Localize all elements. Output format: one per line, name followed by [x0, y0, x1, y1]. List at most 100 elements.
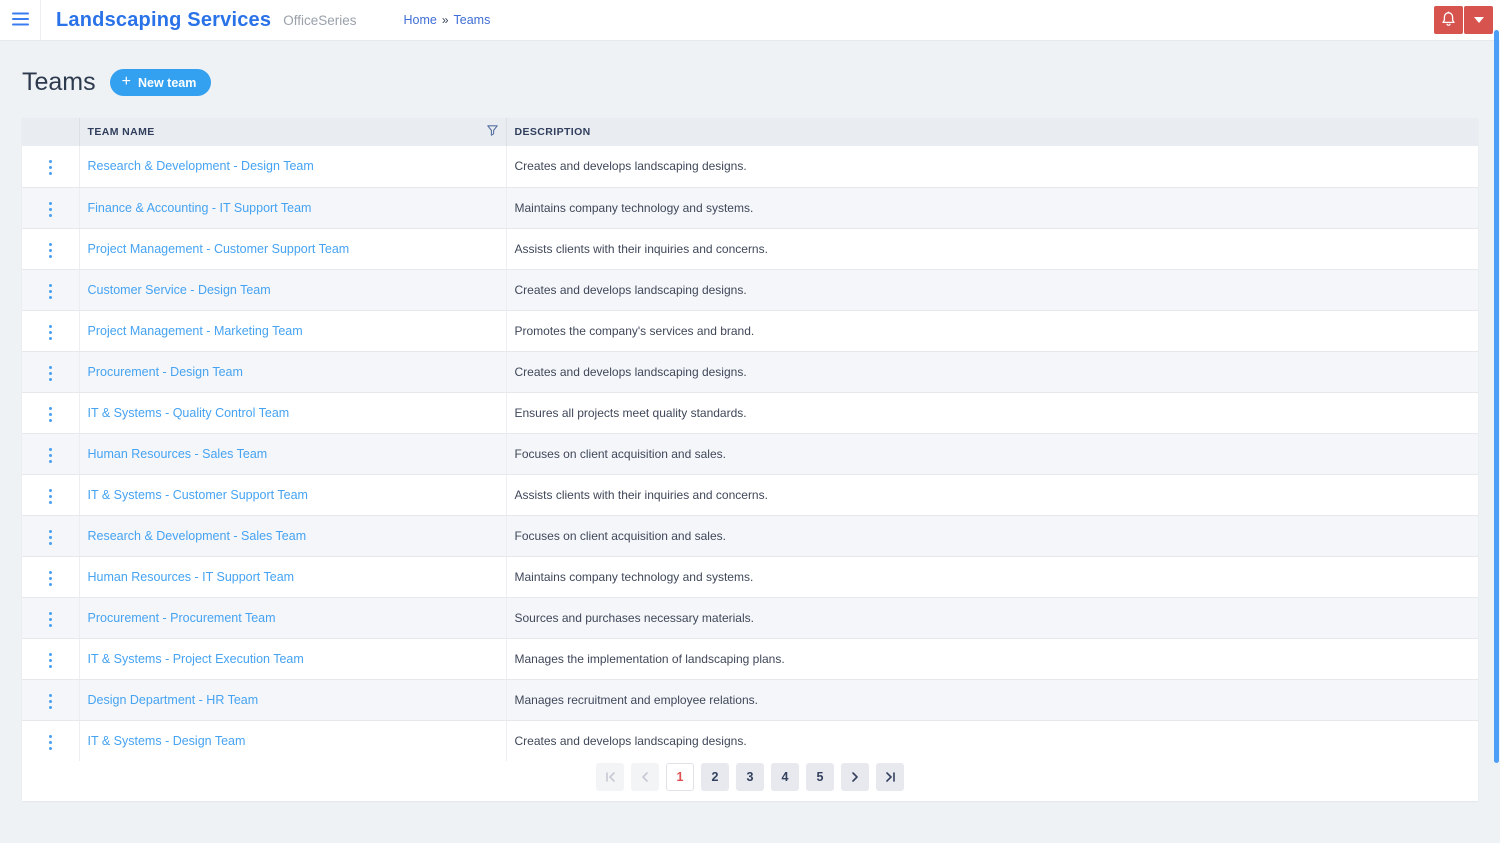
kebab-icon[interactable]	[41, 402, 60, 427]
team-name-link[interactable]: Research & Development - Sales Team	[88, 529, 307, 543]
chevron-left-icon	[641, 772, 649, 782]
plus-icon: +	[121, 72, 131, 90]
app-title: Landscaping Services	[56, 8, 272, 31]
table-row: Customer Service - Design Team Creates an…	[22, 269, 1478, 311]
kebab-icon[interactable]	[41, 689, 60, 714]
kebab-icon[interactable]	[41, 566, 60, 591]
breadcrumb-home-link[interactable]: Home	[403, 13, 436, 27]
pagination: 12345	[22, 761, 1478, 801]
row-menu-cell	[22, 515, 80, 557]
chevron-right-icon	[851, 772, 859, 782]
team-name-cell: Customer Service - Design Team	[79, 269, 507, 311]
team-name-link[interactable]: Human Resources - IT Support Team	[88, 570, 295, 584]
kebab-icon[interactable]	[41, 197, 60, 222]
topbar-divider	[40, 0, 41, 40]
kebab-icon[interactable]	[41, 484, 60, 509]
pagination-first-button[interactable]	[596, 763, 624, 791]
pagination-page-button[interactable]: 4	[771, 763, 799, 791]
breadcrumb-separator: »	[441, 13, 449, 27]
table-row: Design Department - HR Team Manages recru…	[22, 679, 1478, 721]
pagination-page-button[interactable]: 5	[806, 763, 834, 791]
funnel-icon[interactable]	[486, 125, 498, 139]
pagination-last-button[interactable]	[876, 763, 904, 791]
table-row: IT & Systems - Design Team Creates and de…	[22, 720, 1478, 761]
team-name-cell: Project Management - Customer Support Te…	[79, 228, 507, 270]
table-row: Finance & Accounting - IT Support Team Ma…	[22, 187, 1478, 229]
pagination-page-button[interactable]: 3	[736, 763, 764, 791]
table-row: Human Resources - IT Support Team Maintai…	[22, 556, 1478, 598]
kebab-icon[interactable]	[41, 279, 60, 304]
team-description-cell: Assists clients with their inquiries and…	[506, 474, 1478, 516]
row-menu-cell	[22, 310, 80, 352]
team-name-link[interactable]: Design Department - HR Team	[88, 693, 259, 707]
new-team-button[interactable]: + New team	[109, 69, 212, 96]
team-name-link[interactable]: Procurement - Procurement Team	[88, 611, 276, 625]
teams-table: TEAM NAME DESCRIPTION Research & Develop…	[22, 118, 1478, 761]
team-name-link[interactable]: Customer Service - Design Team	[88, 283, 271, 297]
pagination-prev-button[interactable]	[631, 763, 659, 791]
last-page-icon	[885, 772, 896, 782]
team-description-cell: Manages recruitment and employee relatio…	[506, 679, 1478, 721]
notifications-button[interactable]	[1434, 6, 1463, 34]
row-menu-cell	[22, 146, 80, 188]
row-menu-cell	[22, 187, 80, 229]
table-row: Project Management - Customer Support Te…	[22, 228, 1478, 270]
team-name-link[interactable]: IT & Systems - Customer Support Team	[88, 488, 308, 502]
team-description-cell: Creates and develops landscaping designs…	[506, 146, 1478, 188]
pagination-next-button[interactable]	[841, 763, 869, 791]
team-name-column-label: TEAM NAME	[87, 126, 155, 138]
team-description-cell: Creates and develops landscaping designs…	[506, 351, 1478, 393]
page-title: Teams	[22, 68, 96, 96]
team-name-link[interactable]: Procurement - Design Team	[88, 365, 243, 379]
bell-icon	[1441, 11, 1456, 30]
row-menu-cell	[22, 638, 80, 680]
team-description-cell: Focuses on client acquisition and sales.	[506, 515, 1478, 557]
row-menu-cell	[22, 720, 80, 761]
team-name-cell: IT & Systems - Design Team	[79, 720, 507, 761]
team-description-cell: Assists clients with their inquiries and…	[506, 228, 1478, 270]
menu-button[interactable]	[0, 0, 40, 40]
breadcrumb-teams-link[interactable]: Teams	[454, 13, 491, 27]
table-row: Human Resources - Sales Team Focuses on c…	[22, 433, 1478, 475]
table-row: IT & Systems - Quality Control Team Ensur…	[22, 392, 1478, 434]
team-name-link[interactable]: Project Management - Marketing Team	[88, 324, 303, 338]
kebab-icon[interactable]	[41, 238, 60, 263]
chevron-down-icon	[1473, 17, 1484, 23]
team-name-cell: Procurement - Design Team	[79, 351, 507, 393]
team-name-cell: IT & Systems - Customer Support Team	[79, 474, 507, 516]
kebab-icon[interactable]	[41, 320, 60, 345]
team-description-cell: Sources and purchases necessary material…	[506, 597, 1478, 639]
team-name-link[interactable]: Finance & Accounting - IT Support Team	[88, 201, 312, 215]
row-menu-cell	[22, 269, 80, 311]
pagination-page-button[interactable]: 2	[701, 763, 729, 791]
kebab-icon[interactable]	[41, 155, 60, 180]
team-name-cell: Finance & Accounting - IT Support Team	[79, 187, 507, 229]
kebab-icon[interactable]	[41, 443, 60, 468]
team-name-link[interactable]: IT & Systems - Quality Control Team	[88, 406, 290, 420]
table-row: Research & Development - Sales Team Focus…	[22, 515, 1478, 557]
team-description-cell: Ensures all projects meet quality standa…	[506, 392, 1478, 434]
team-name-column-header[interactable]: TEAM NAME	[79, 118, 507, 146]
vertical-scrollbar[interactable]	[1494, 30, 1499, 763]
team-name-link[interactable]: IT & Systems - Project Execution Team	[88, 652, 304, 666]
team-name-link[interactable]: IT & Systems - Design Team	[88, 734, 246, 748]
kebab-icon[interactable]	[41, 730, 60, 755]
table-row: IT & Systems - Customer Support Team Assi…	[22, 474, 1478, 516]
row-menu-cell	[22, 228, 80, 270]
team-name-cell: Human Resources - Sales Team	[79, 433, 507, 475]
kebab-icon[interactable]	[41, 525, 60, 550]
team-description-cell: Maintains company technology and systems…	[506, 187, 1478, 229]
team-name-link[interactable]: Research & Development - Design Team	[88, 159, 314, 173]
account-dropdown-button[interactable]	[1464, 6, 1493, 34]
kebab-icon[interactable]	[41, 607, 60, 632]
kebab-icon[interactable]	[41, 648, 60, 673]
team-description-cell: Maintains company technology and systems…	[506, 556, 1478, 598]
team-name-link[interactable]: Human Resources - Sales Team	[88, 447, 268, 461]
kebab-icon[interactable]	[41, 361, 60, 386]
team-name-cell: Project Management - Marketing Team	[79, 310, 507, 352]
description-column-header[interactable]: DESCRIPTION	[506, 118, 1478, 146]
breadcrumb: Home » Teams	[403, 13, 490, 27]
pagination-page-button[interactable]: 1	[666, 763, 694, 791]
team-name-link[interactable]: Project Management - Customer Support Te…	[88, 242, 350, 256]
first-page-icon	[605, 772, 616, 782]
